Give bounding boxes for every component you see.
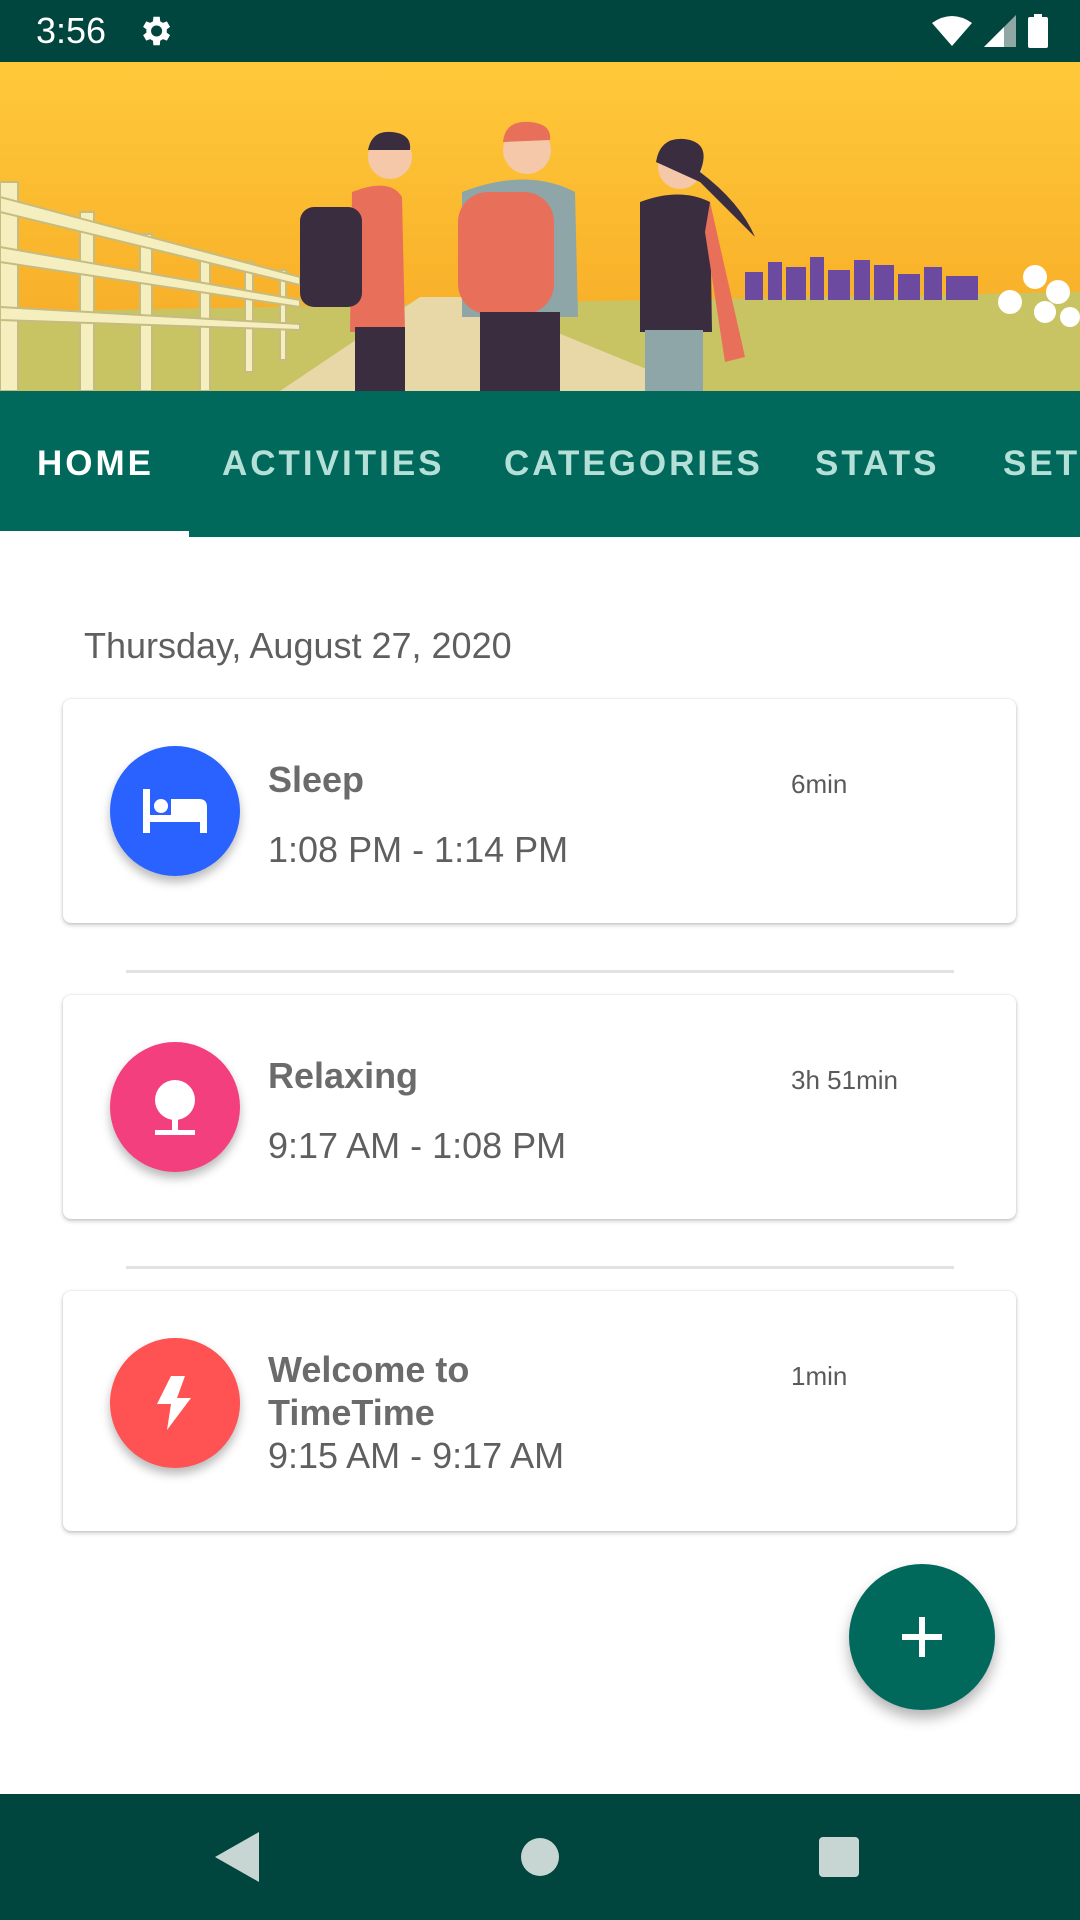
activity-title: Welcome to TimeTime	[268, 1349, 470, 1433]
bed-icon	[110, 746, 240, 876]
status-time: 3:56	[36, 10, 107, 51]
activity-card-sleep[interactable]: Sleep 6min 1:08 PM - 1:14 PM	[63, 699, 1016, 923]
status-bar: 3:56	[0, 0, 1080, 62]
activity-title: Relaxing	[268, 1055, 419, 1096]
signal-icon	[984, 15, 1016, 47]
tree-icon	[110, 1042, 240, 1172]
back-icon[interactable]	[215, 1832, 259, 1882]
system-nav-bar	[0, 1794, 1080, 1920]
activity-duration: 6min	[791, 769, 848, 799]
activity-time-range: 1:08 PM - 1:14 PM	[268, 829, 569, 870]
activity-duration: 1min	[791, 1361, 848, 1391]
activity-time-range: 9:15 AM - 9:17 AM	[268, 1435, 565, 1476]
tab-bar: HOME ACTIVITIES CATEGORIES STATS SETTING…	[0, 391, 1080, 537]
activity-card-welcome[interactable]: Welcome to TimeTime 1min 9:15 AM - 9:17 …	[63, 1291, 1016, 1531]
add-activity-button[interactable]	[849, 1564, 995, 1710]
gear-icon	[143, 16, 171, 46]
activity-title: Sleep	[268, 759, 365, 800]
recents-icon[interactable]	[817, 1832, 861, 1882]
plus-icon	[902, 1617, 942, 1657]
tab-indicator	[0, 531, 189, 537]
home-icon[interactable]	[519, 1832, 561, 1882]
tab-settings[interactable]: SETTINGS	[1003, 391, 1080, 537]
battery-icon	[1028, 14, 1048, 48]
lightning-icon	[110, 1338, 240, 1468]
date-header: Thursday, August 27, 2020	[84, 625, 512, 666]
status-icons	[932, 12, 1048, 50]
wifi-icon	[932, 16, 972, 46]
divider	[126, 1266, 954, 1269]
tab-categories[interactable]: CATEGORIES	[504, 391, 763, 537]
divider	[126, 970, 954, 973]
tab-stats[interactable]: STATS	[815, 391, 940, 537]
tab-home[interactable]: HOME	[37, 391, 154, 537]
activity-duration: 3h 51min	[791, 1065, 898, 1095]
tab-activities[interactable]: ACTIVITIES	[222, 391, 445, 537]
header-illustration	[0, 62, 1080, 391]
activity-time-range: 9:17 AM - 1:08 PM	[268, 1125, 567, 1166]
activity-card-relaxing[interactable]: Relaxing 3h 51min 9:17 AM - 1:08 PM	[63, 995, 1016, 1219]
